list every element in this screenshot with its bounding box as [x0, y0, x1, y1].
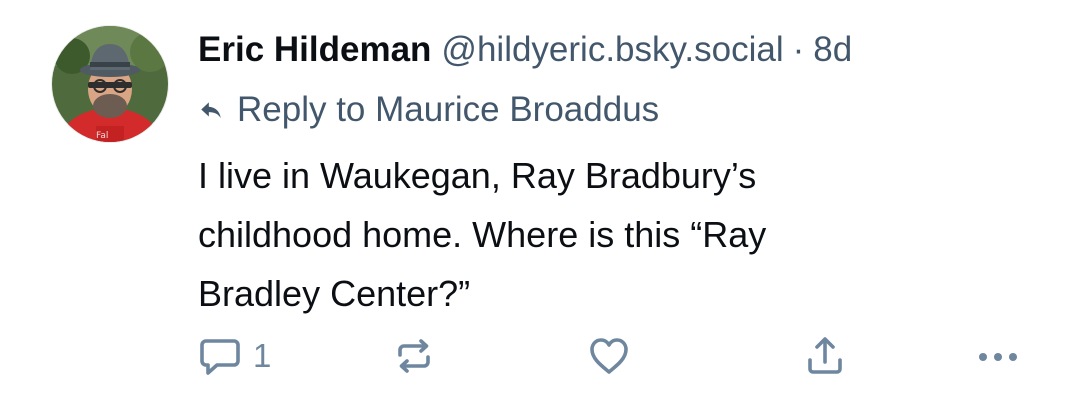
more-options-button[interactable] [974, 330, 1024, 382]
repost-icon [398, 339, 430, 373]
comment-icon [200, 339, 240, 375]
like-button[interactable] [586, 330, 632, 382]
reply-to-link[interactable]: Reply to Maurice Broaddus [198, 86, 659, 134]
post-header: Eric Hildeman @hildyeric.bsky.social · 8… [198, 26, 852, 74]
post-text-line: Bradley Center?” [198, 273, 471, 314]
reply-to-label: Reply to Maurice Broaddus [237, 90, 660, 129]
post-text-line: I live in Waukegan, Ray Bradbury’s [198, 155, 757, 196]
author-avatar[interactable]: Fal [52, 26, 168, 142]
repost-button[interactable] [391, 330, 437, 382]
reply-arrow-icon [201, 102, 221, 119]
author-display-name[interactable]: Eric Hildeman [198, 30, 431, 70]
header-separator: · [792, 30, 805, 69]
post-text-line: childhood home. Where is this “Ray [198, 214, 767, 255]
svg-text:Fal: Fal [96, 131, 108, 141]
author-handle[interactable]: @hildyeric.bsky.social [441, 30, 783, 70]
post-card[interactable]: Fal Eric Hildeman @hildyeric.bsky.social… [0, 0, 1080, 415]
share-icon [808, 337, 842, 374]
heart-icon [590, 338, 628, 374]
post-actions-bar: 1 [0, 330, 1080, 382]
avatar-photo: Fal [52, 26, 168, 142]
reply-button[interactable]: 1 [197, 330, 271, 382]
share-button[interactable] [802, 330, 848, 382]
reply-count: 1 [253, 337, 272, 374]
more-dots-icon [979, 353, 1017, 361]
post-timestamp[interactable]: 8d [813, 30, 852, 70]
post-text: I live in Waukegan, Ray Bradbury’s child… [198, 146, 958, 323]
